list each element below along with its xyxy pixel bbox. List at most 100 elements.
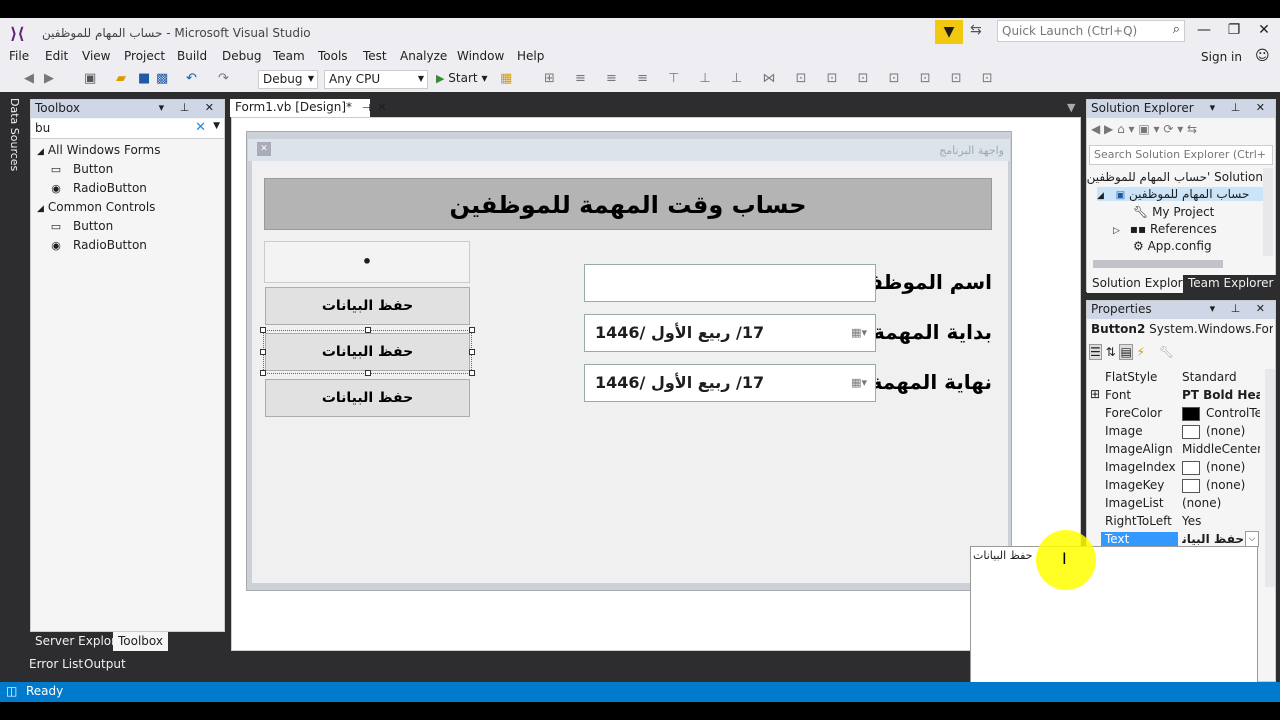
solution-explorer-toolbar-icons[interactable]: ◀ ▶ ⌂ ▾ ▣ ▾ ⟳ ▾ ⇆ (1091, 122, 1197, 136)
start-button[interactable]: ▶ Start ▾ (436, 71, 487, 85)
toolbox-group-common-controls[interactable]: ◢ Common Controls (37, 200, 155, 214)
task-end-label[interactable]: نهاية المهمة: (863, 370, 992, 394)
prop-imagelist[interactable]: ImageList (none) (1087, 495, 1257, 513)
chevron-down-icon[interactable]: ▼ (213, 121, 220, 131)
task-start-label[interactable]: بداية المهمة: (865, 320, 992, 344)
events-icon[interactable]: ⚡ (1137, 345, 1145, 359)
chevron-down-icon[interactable]: ▼ (1067, 101, 1075, 114)
undo-icon[interactable]: ↶ (186, 71, 197, 86)
employee-name-label[interactable]: اسم الموظف: (852, 270, 992, 294)
prop-image[interactable]: Image (none) (1087, 423, 1257, 441)
forward-icon[interactable]: ▶ (44, 71, 54, 86)
menu-edit[interactable]: Edit (45, 49, 68, 63)
menu-project[interactable]: Project (124, 49, 165, 63)
property-pages-icon[interactable]: 🔧︎ (1159, 345, 1174, 359)
object-selector[interactable]: Button2 System.Windows.Forms. (1091, 322, 1273, 336)
form-heading-label[interactable]: حساب وقت المهمة للموظفين (264, 178, 992, 230)
resize-handle[interactable] (469, 349, 475, 355)
project-node[interactable]: ◢ ▣ حساب المهام للموظفين (1097, 187, 1265, 201)
prop-righttoleft[interactable]: RightToLeft Yes (1087, 513, 1257, 531)
prop-imagealign[interactable]: ImageAlign MiddleCenter (1087, 441, 1260, 459)
feedback-icon[interactable]: ⇆ (970, 22, 990, 42)
prop-forecolor[interactable]: ForeColor ControlTex (1087, 405, 1260, 423)
vertical-scrollbar[interactable] (1263, 168, 1273, 256)
save-icon[interactable]: ■ (138, 71, 150, 86)
pin-icon[interactable]: ⊣ (362, 103, 371, 114)
toolbox-item-button[interactable]: ▭ Button (49, 219, 113, 233)
expand-plus-icon[interactable]: ⊞ (1090, 387, 1100, 401)
employee-name-input[interactable] (584, 264, 876, 302)
app-config-node[interactable]: ⚙︎ App.config (1133, 239, 1212, 253)
config-select[interactable]: Debug ▼ (258, 70, 318, 89)
menu-test[interactable]: Test (363, 49, 387, 63)
toolbox-item-radiobutton[interactable]: ◉ RadioButton (49, 181, 147, 195)
save-button-1[interactable]: حفظ البيانات (265, 287, 470, 325)
solution-node[interactable]: Solution 'حساب المهام للموظفين (1087, 170, 1263, 184)
toolbox-group-all-windows-forms[interactable]: ◢ All Windows Forms (37, 143, 160, 157)
panel-controls-icon[interactable]: ▾ ⊥ ✕ (1210, 101, 1271, 114)
prop-imagekey[interactable]: ImageKey (none) (1087, 477, 1257, 495)
resize-handle[interactable] (365, 370, 371, 376)
toolbox-search-input[interactable]: bu ✕ ▼ (31, 119, 224, 139)
redo-icon[interactable]: ↷ (218, 71, 229, 86)
close-window-button[interactable]: ✕ (1252, 22, 1276, 42)
tab-form1-design[interactable]: Form1.vb [Design]* ⊣ ✕ (230, 99, 387, 117)
properties-icon[interactable]: ▤ (1119, 344, 1133, 360)
task-end-datepicker[interactable]: 17/ ربيع الأول /1446 ▦▾ (584, 364, 876, 402)
layout-tools-icon[interactable]: ⊞ ≡ ≡ ≡ ⊤ ⊥ ⊥ ⋈ ⊡ ⊡ ⊡ ⊡ ⊡ ⊡ ⊡ (544, 71, 1001, 86)
menu-debug[interactable]: Debug (222, 49, 261, 63)
resize-handle[interactable] (469, 327, 475, 333)
top-button[interactable]: • (264, 241, 470, 283)
sign-in-link[interactable]: Sign in (1201, 50, 1242, 64)
solution-search-input[interactable]: Search Solution Explorer (Ctrl+ (1089, 145, 1273, 165)
toolbox-item-button[interactable]: ▭ Button (49, 162, 113, 176)
panel-controls-icon[interactable]: ▾ ⊥ ✕ (1210, 302, 1271, 315)
tab-error-list[interactable]: Error List (29, 657, 83, 671)
properties-toolbar-icons[interactable]: ☰ ⇅ ▤ ⚡ 🔧︎ (1089, 344, 1174, 360)
resize-handle[interactable] (260, 327, 266, 333)
calendar-icon[interactable]: ▦▾ (851, 376, 867, 389)
menu-view[interactable]: View (82, 49, 110, 63)
back-icon[interactable]: ◀ (24, 71, 34, 86)
minimize-button[interactable]: — (1192, 22, 1216, 42)
clear-search-icon[interactable]: ✕ (195, 120, 206, 135)
prop-imageindex[interactable]: ImageIndex (none) (1087, 459, 1257, 477)
menu-tools[interactable]: Tools (318, 49, 348, 63)
prop-font[interactable]: ⊞ Font PT Bold Headin (1087, 387, 1260, 405)
new-project-icon[interactable]: ▣ (84, 71, 96, 86)
task-start-datepicker[interactable]: 17/ ربيع الأول /1446 ▦▾ (584, 314, 876, 352)
tab-toolbox[interactable]: Toolbox (113, 632, 168, 651)
horizontal-scrollbar[interactable] (1093, 260, 1223, 268)
vertical-scrollbar[interactable] (1265, 369, 1275, 587)
filter-icon[interactable]: ▼ (935, 20, 963, 44)
chevron-down-icon[interactable]: ⌵ (1245, 531, 1259, 547)
text-editor-value[interactable]: حفظ البيانات (973, 549, 1032, 562)
menu-help[interactable]: Help (517, 49, 544, 63)
categorized-icon[interactable]: ☰ (1089, 344, 1102, 360)
platform-select[interactable]: Any CPU ▼ (324, 70, 428, 89)
my-project-node[interactable]: 🔧︎ My Project (1133, 205, 1214, 219)
resize-handle[interactable] (469, 370, 475, 376)
tab-output[interactable]: Output (84, 657, 126, 671)
prop-flatstyle[interactable]: FlatStyle Standard (1087, 369, 1257, 387)
maximize-button[interactable]: ❐ (1222, 22, 1246, 42)
quick-launch-input[interactable]: Quick Launch (Ctrl+Q) ⌕ (997, 20, 1185, 42)
menu-build[interactable]: Build (177, 49, 207, 63)
references-node[interactable]: ▷ ▪▪ References (1113, 222, 1217, 236)
data-sources-tab[interactable]: Data Sources (8, 98, 21, 171)
attach-icon[interactable]: ▦ (500, 71, 512, 86)
menu-analyze[interactable]: Analyze (400, 49, 447, 63)
resize-handle[interactable] (365, 327, 371, 333)
save-button-3[interactable]: حفظ البيانات (265, 379, 470, 417)
menu-file[interactable]: File (9, 49, 29, 63)
open-folder-icon[interactable]: ▰ (116, 71, 126, 86)
save-all-icon[interactable]: ▩ (156, 71, 168, 86)
calendar-icon[interactable]: ▦▾ (851, 326, 867, 339)
account-icon[interactable]: ☺ (1255, 48, 1270, 64)
resize-handle[interactable] (260, 349, 266, 355)
tab-team-explorer[interactable]: Team Explorer (1183, 275, 1279, 293)
close-icon[interactable]: ✕ (377, 100, 387, 114)
toolbox-item-radiobutton[interactable]: ◉ RadioButton (49, 238, 147, 252)
alphabetical-icon[interactable]: ⇅ (1106, 345, 1116, 359)
menu-window[interactable]: Window (457, 49, 504, 63)
